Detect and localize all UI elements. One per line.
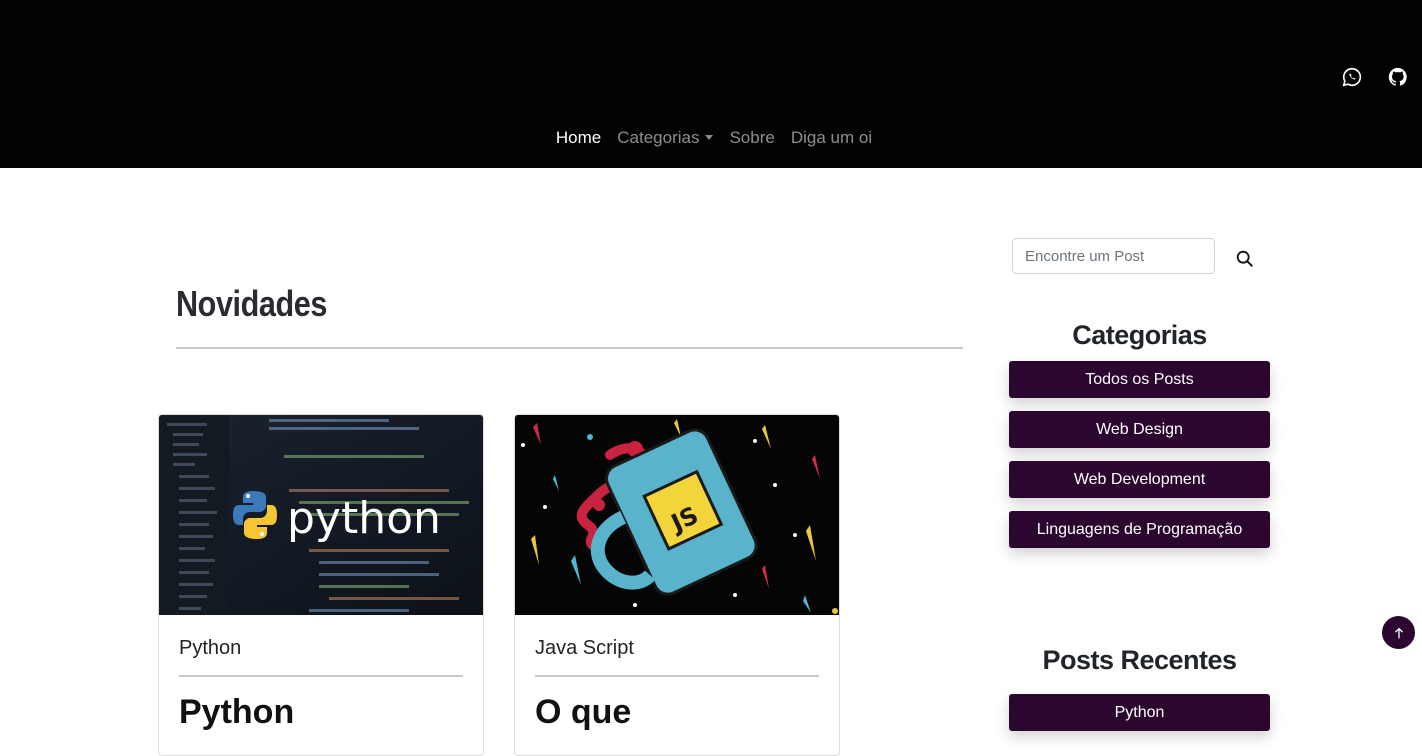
svg-text:python: python: [287, 493, 441, 544]
categories-title: Categorias: [1072, 320, 1207, 350]
back-to-top-button[interactable]: [1382, 616, 1415, 649]
search-icon[interactable]: [1234, 248, 1256, 270]
recent-posts-title: Posts Recentes: [1042, 645, 1237, 675]
arrow-up-icon: [1394, 627, 1403, 638]
category-button-programming-languages[interactable]: Linguagens de Programação: [1009, 511, 1270, 548]
category-button-web-development[interactable]: Web Development: [1009, 461, 1270, 498]
section-divider: [176, 347, 963, 349]
nav-sobre[interactable]: Sobre: [729, 128, 774, 148]
nav-categorias-label: Categorias: [617, 128, 700, 147]
card-divider: [179, 675, 463, 677]
card-divider: [535, 675, 819, 677]
whatsapp-icon[interactable]: [1341, 66, 1363, 88]
post-title[interactable]: Python: [179, 693, 294, 732]
section-title: Novidades: [176, 283, 327, 324]
chevron-down-icon: [705, 135, 714, 140]
python-code-image: python: [159, 415, 483, 615]
github-icon[interactable]: [1387, 66, 1409, 88]
nav-home[interactable]: Home: [556, 128, 601, 148]
category-button-web-design[interactable]: Web Design: [1009, 411, 1270, 448]
post-card-javascript[interactable]: JS Java Script O que: [514, 414, 840, 756]
post-category: Java Script: [535, 637, 634, 659]
main-nav: Home Categorias Sobre Diga um oi: [0, 128, 1422, 148]
category-button-all-posts[interactable]: Todos os Posts: [1009, 361, 1270, 398]
nav-diga-um-oi[interactable]: Diga um oi: [791, 128, 872, 148]
search-input[interactable]: [1012, 238, 1215, 274]
site-header: Home Categorias Sobre Diga um oi: [0, 0, 1422, 168]
post-title[interactable]: O que: [535, 693, 631, 732]
recent-post-button[interactable]: Python: [1009, 694, 1270, 731]
nav-categorias-dropdown[interactable]: Categorias: [617, 128, 714, 148]
post-card-python[interactable]: python Python Python: [158, 414, 484, 756]
post-category: Python: [179, 637, 242, 659]
javascript-mug-image: JS: [515, 415, 839, 615]
